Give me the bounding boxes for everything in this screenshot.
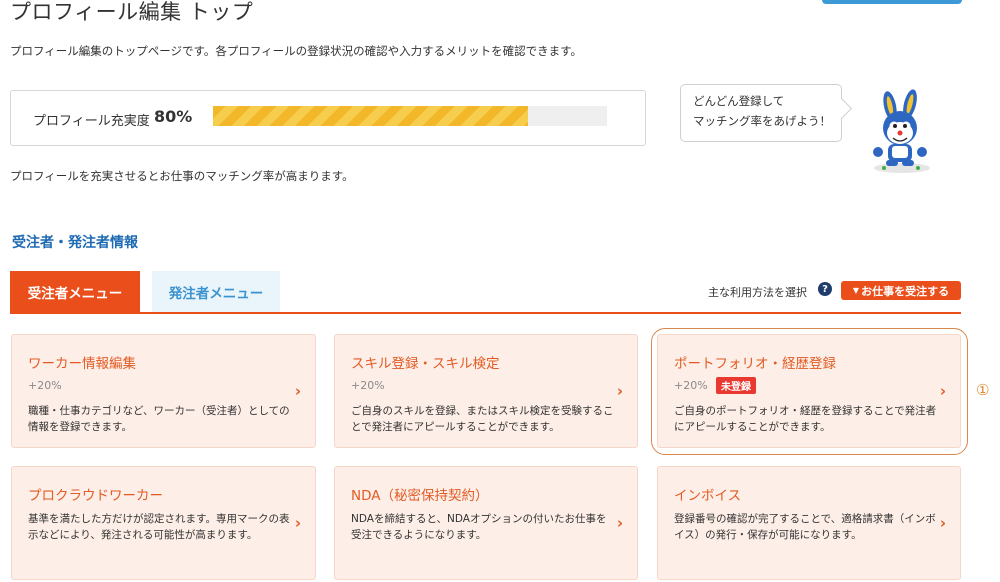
- section-title: 受注者・発注者情報: [12, 235, 138, 251]
- card-description: NDAを締結すると、NDAオプションの付いたお仕事を受注できるようになります。: [351, 513, 607, 541]
- card-title: プロクラウドワーカー: [28, 488, 163, 504]
- chevron-right-icon: ›: [616, 382, 623, 400]
- completion-progress-fill: [213, 106, 529, 126]
- usage-select-label: 主な利用方法を選択: [708, 286, 807, 299]
- tab-underline: [10, 312, 961, 314]
- card-percent: +20%: [28, 379, 62, 392]
- card-worker-info[interactable]: ワーカー情報編集 +20% 職種・仕事カテゴリなど、ワーカー（受注者）としての情…: [11, 334, 316, 448]
- annotation-number: ①: [976, 381, 990, 399]
- card-title: インボイス: [674, 488, 742, 504]
- chevron-right-icon: ›: [294, 382, 301, 400]
- speech-line-1: どんどん登録して: [693, 94, 785, 108]
- card-description: 登録番号の確認が完了することで、適格請求書（インボイス）の発行・保存が可能になり…: [674, 513, 936, 541]
- card-title: ワーカー情報編集: [28, 356, 136, 372]
- completion-progress-bar: [213, 106, 607, 126]
- card-skill[interactable]: スキル登録・スキル検定 +20% ご自身のスキルを登録、またはスキル検定を受験す…: [334, 334, 638, 448]
- card-description: ご自身のスキルを登録、またはスキル検定を受験することで発注者にアピールすることが…: [351, 405, 614, 433]
- speech-line-2: マッチング率をあげよう！: [693, 114, 831, 128]
- tab-client-menu[interactable]: 発注者メニュー: [152, 271, 280, 313]
- completion-label: プロフィール充実度: [33, 114, 150, 129]
- mascot-image: [873, 89, 930, 173]
- card-title: NDA（秘密保持契約）: [351, 488, 489, 504]
- dropdown-triangle-icon: ▼: [852, 286, 860, 295]
- intro-text: プロフィール編集のトップページです。各プロフィールの登録状況の確認や入力するメリ…: [10, 44, 583, 58]
- card-percent: +20%: [351, 379, 385, 392]
- accept-work-label: お仕事を受注する: [861, 284, 950, 298]
- chevron-right-icon: ›: [616, 514, 623, 532]
- matching-note: プロフィールを充実させるとお仕事のマッチング率が高まります。: [10, 169, 354, 183]
- profile-completion-panel: プロフィール充実度 80%: [10, 90, 646, 146]
- accept-work-dropdown-button[interactable]: ▼ お仕事を受注する: [841, 281, 961, 300]
- card-pro-crowdworker[interactable]: プロクラウドワーカー 基準を満たした方だけが認定されます。専用マークの表示などに…: [11, 466, 316, 580]
- tab-worker-menu[interactable]: 受注者メニュー: [10, 271, 140, 313]
- card-description: 職種・仕事カテゴリなど、ワーカー（受注者）としての情報を登録できます。: [28, 405, 290, 433]
- page-title: プロフィール編集 トップ: [10, 0, 254, 24]
- card-title: スキル登録・スキル検定: [351, 356, 500, 372]
- help-icon[interactable]: ?: [818, 282, 832, 296]
- speech-bubble: どんどん登録して マッチング率をあげよう！: [680, 84, 853, 142]
- top-right-button[interactable]: [822, 0, 962, 4]
- card-description: 基準を満たした方だけが認定されます。専用マークの表示などにより、発注される可能性…: [28, 513, 290, 541]
- card-invoice[interactable]: インボイス 登録番号の確認が完了することで、適格請求書（インボイス）の発行・保存…: [657, 466, 961, 580]
- chevron-right-icon: ›: [294, 514, 301, 532]
- card-nda[interactable]: NDA（秘密保持契約） NDAを締結すると、NDAオプションの付いたお仕事を受注…: [334, 466, 638, 580]
- highlight-ring: [651, 328, 968, 455]
- completion-percent: 80%: [154, 107, 193, 126]
- chevron-right-icon: ›: [939, 514, 946, 532]
